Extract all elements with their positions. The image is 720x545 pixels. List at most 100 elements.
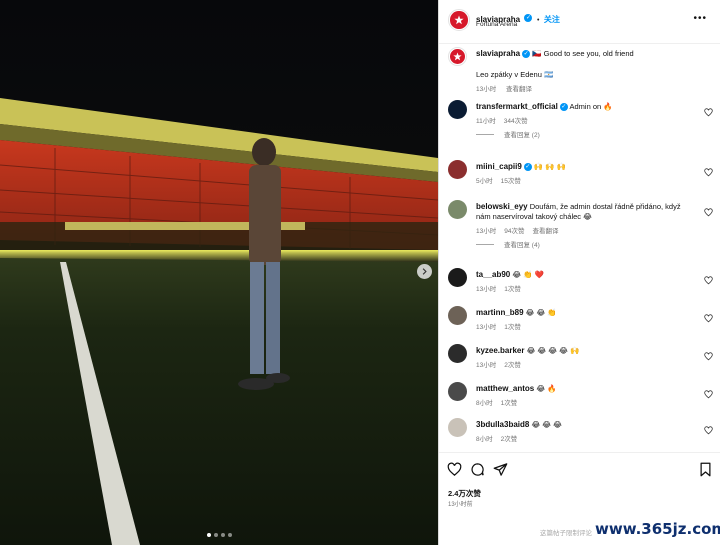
verified-icon: ✓ [524, 13, 533, 22]
comment-likes[interactable]: 15次赞 [501, 178, 521, 185]
comment-time: 5小时 [476, 178, 493, 185]
post-media[interactable] [0, 0, 438, 545]
stadium-photo [0, 0, 438, 545]
comment-body: martinn_b89 😂 😂 👏 [476, 308, 696, 318]
comment-likes[interactable]: 344次赞 [504, 118, 528, 125]
comment-like-icon[interactable] [704, 208, 713, 217]
comment-text: Admin on 🔥 [569, 102, 613, 111]
comment-time: 13小时 [476, 228, 497, 235]
replies-label: 查看回复 (4) [504, 242, 540, 249]
save-bookmark-icon[interactable] [698, 462, 713, 477]
replies-divider [476, 133, 494, 135]
comment-time: 8小时 [476, 400, 493, 407]
post-time: 13小时前 [448, 502, 473, 508]
carousel-dots [207, 533, 232, 537]
comment-username[interactable]: belowski_eyy [476, 202, 528, 211]
view-replies-link[interactable]: 查看回复 (2) [476, 129, 540, 139]
comment-like-icon[interactable] [704, 168, 713, 177]
comment-likes[interactable]: 1次赞 [504, 324, 521, 331]
comment-text: 😂 🔥 [536, 384, 557, 393]
translate-link[interactable]: 查看翻译 [506, 86, 532, 93]
comment-body: belowski_eyy Doufám, že admin dostal řád… [476, 202, 696, 222]
post-side-panel: slaviapraha ✓ • 关注 Fortuna Arena ••• sla… [438, 0, 720, 545]
comment-likes[interactable]: 1次赞 [501, 400, 518, 407]
comment-meta: 13小时 1次赞 [476, 283, 529, 293]
avatar[interactable] [448, 306, 467, 325]
post-header: slaviapraha ✓ • 关注 Fortuna Arena ••• [439, 0, 720, 44]
next-image-button[interactable] [417, 264, 432, 279]
replies-divider [476, 243, 494, 245]
comment-likes[interactable]: 2次赞 [504, 362, 521, 369]
translate-link[interactable]: 查看翻译 [532, 228, 558, 235]
comment-icon[interactable] [470, 462, 485, 477]
comment-body: matthew_antos 😂 🔥 [476, 384, 696, 394]
comment-text: 😂 😂 👏 [525, 308, 557, 317]
caption-avatar[interactable] [448, 47, 467, 66]
view-replies-link[interactable]: 查看回复 (4) [476, 239, 540, 249]
avatar[interactable] [448, 100, 467, 119]
carousel-dot [221, 533, 225, 537]
star-icon [453, 52, 462, 61]
comment-text: 😂 👏 ❤️ [512, 270, 544, 279]
comment-username[interactable]: ta__ab90 [476, 270, 510, 279]
caption-text-line2: Leo zpátky v Edenu 🇦🇷 [476, 70, 554, 79]
comment-like-icon[interactable] [704, 108, 713, 117]
comment-text: 😂 😂 😂 [531, 420, 562, 429]
comments-disabled-note: 这篇帖子限制评论 [540, 530, 592, 537]
comment-body: miini_capii9 ✓ 🙌 🙌 🙌 [476, 162, 696, 172]
comment-text: 😂 😂 😂 😂 🙌 [526, 346, 580, 355]
location-link[interactable]: Fortuna Arena [476, 21, 517, 28]
share-icon[interactable] [493, 462, 508, 477]
chevron-right-icon [422, 268, 427, 275]
more-icon[interactable]: ••• [693, 13, 707, 24]
comment-likes[interactable]: 1次赞 [504, 286, 521, 293]
comment-username[interactable]: martinn_b89 [476, 308, 524, 317]
comment-meta: 11小时 344次赞 [476, 115, 536, 125]
comment-body: ta__ab90 😂 👏 ❤️ [476, 270, 696, 280]
carousel-dot [207, 533, 211, 537]
star-icon [454, 15, 464, 25]
avatar[interactable] [448, 418, 467, 437]
likes-count[interactable]: 2.4万次赞 [448, 488, 481, 499]
comment-like-icon[interactable] [704, 426, 713, 435]
comment-body: transfermarkt_official ✓ Admin on 🔥 [476, 102, 696, 112]
comment-like-icon[interactable] [704, 314, 713, 323]
avatar[interactable] [448, 344, 467, 363]
comment-likes[interactable]: 94次赞 [504, 228, 524, 235]
replies-label: 查看回复 (2) [504, 132, 540, 139]
comment-like-icon[interactable] [704, 276, 713, 285]
caption-time: 13小时 [476, 86, 497, 93]
comment-meta: 13小时 2次赞 [476, 359, 529, 369]
separator: • [536, 17, 540, 24]
verified-icon: ✓ [559, 103, 568, 112]
comment-username[interactable]: 3bdulla3baid8 [476, 420, 529, 429]
comment-like-icon[interactable] [704, 352, 713, 361]
avatar[interactable] [448, 382, 467, 401]
comment-body: kyzee.barker 😂 😂 😂 😂 🙌 [476, 346, 696, 356]
comment-username[interactable]: matthew_antos [476, 384, 534, 393]
avatar[interactable] [448, 160, 467, 179]
avatar[interactable] [448, 200, 467, 219]
comment-username[interactable]: transfermarkt_official [476, 102, 558, 111]
comment-time: 13小时 [476, 362, 497, 369]
comment-username[interactable]: kyzee.barker [476, 346, 524, 355]
watermark: www.365jz.com [595, 520, 720, 538]
comment-likes[interactable]: 2次赞 [501, 436, 518, 443]
comment-meta: 5小时 15次赞 [476, 175, 529, 185]
follow-button[interactable]: 关注 [544, 15, 560, 24]
comment-username[interactable]: miini_capii9 [476, 162, 522, 171]
comment-body: 3bdulla3baid8 😂 😂 😂 [476, 420, 696, 430]
like-heart-icon[interactable] [447, 462, 462, 477]
comment-meta: 8小时 1次赞 [476, 397, 525, 407]
avatar[interactable] [448, 268, 467, 287]
carousel-dot [228, 533, 232, 537]
comment-meta: 13小时 1次赞 [476, 321, 529, 331]
comment-time: 11小时 [476, 118, 496, 125]
comment-time: 13小时 [476, 286, 497, 293]
comment-like-icon[interactable] [704, 390, 713, 399]
comment-time: 13小时 [476, 324, 497, 331]
caption-username[interactable]: slaviapraha [476, 49, 520, 58]
verified-icon: ✓ [523, 163, 532, 172]
caption-text: 🇨🇿 Good to see you, old friend [532, 49, 634, 58]
avatar[interactable] [448, 9, 470, 31]
